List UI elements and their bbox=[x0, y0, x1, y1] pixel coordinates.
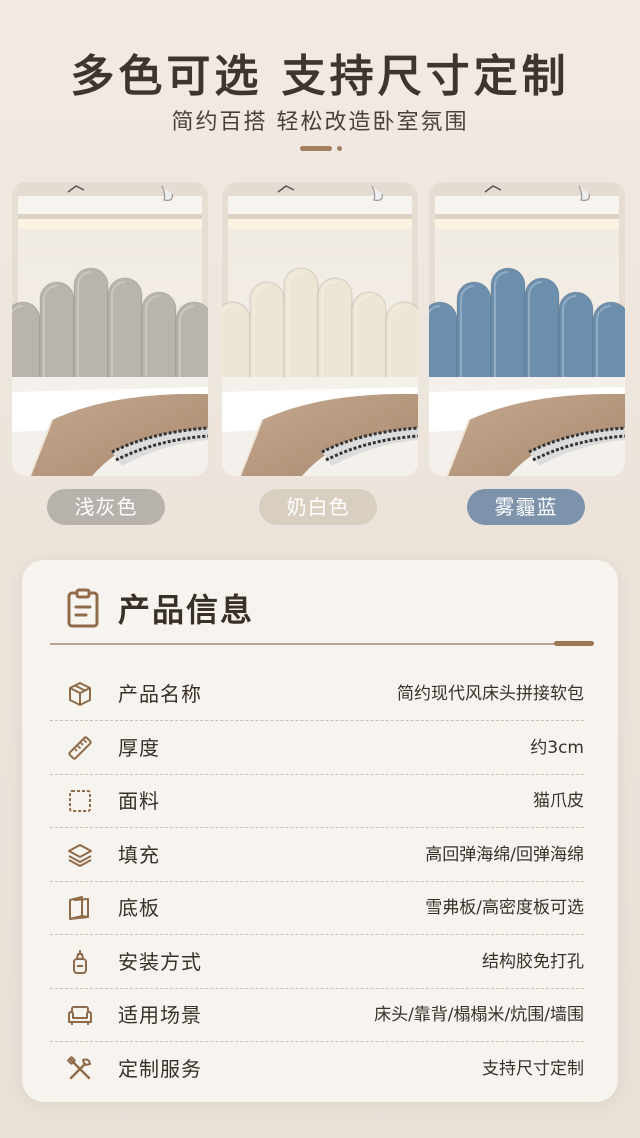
info-row-fabric: 面料 猫爪皮 bbox=[50, 775, 584, 828]
info-row-value: 雪弗板/高密度板可选 bbox=[425, 898, 584, 918]
info-row-value: 猫爪皮 bbox=[533, 791, 584, 811]
info-row-value: 高回弹海绵/回弹海绵 bbox=[425, 844, 584, 865]
hero-title: 多色可选 支持尺寸定制 bbox=[70, 51, 570, 102]
info-row-value: 床头/靠背/榻榻米/炕围/墙围 bbox=[374, 1005, 584, 1025]
product-info-card: 产品信息 产品名称 简约现代风床头拼接软包厚度 约3cm 面料 猫爪皮填充 高回弹海绵/回… bbox=[22, 560, 618, 1102]
info-row-installation: 安装方式 结构胶免打孔 bbox=[50, 936, 584, 989]
clipboard-icon bbox=[66, 588, 100, 628]
info-row-label: 面料 bbox=[118, 789, 160, 813]
info-row-filling: 填充 高回弹海绵/回弹海绵 bbox=[50, 829, 584, 882]
swatch-image-light-gray[interactable] bbox=[12, 182, 208, 476]
tools-icon bbox=[66, 1055, 94, 1083]
sofa-icon bbox=[66, 1001, 94, 1029]
info-row-thickness: 厚度 约3cm bbox=[50, 722, 584, 775]
info-row-label: 安装方式 bbox=[118, 949, 202, 974]
info-row-label: 填充 bbox=[118, 842, 160, 867]
glue-icon bbox=[66, 948, 94, 976]
info-row-value: 支持尺寸定制 bbox=[482, 1058, 584, 1079]
fabric-icon bbox=[66, 787, 94, 815]
info-row-label: 底板 bbox=[118, 896, 160, 920]
info-row-value: 约3cm bbox=[530, 737, 584, 758]
color-option-haze-blue[interactable]: 雾霾蓝 bbox=[467, 489, 585, 525]
box-icon bbox=[66, 680, 94, 708]
info-row-customization: 定制服务 支持尺寸定制 bbox=[50, 1043, 584, 1096]
hero-subtitle: 简约百搭 轻松改造卧室氛围 bbox=[171, 110, 469, 135]
info-title: 产品信息 bbox=[118, 591, 255, 629]
info-row-label: 定制服务 bbox=[118, 1056, 202, 1081]
color-option-cream-white[interactable]: 奶白色 bbox=[259, 489, 377, 525]
info-row-usage-scene: 适用场景 床头/靠背/榻榻米/炕围/墙围 bbox=[50, 989, 584, 1042]
info-row-base-board: 底板 雪弗板/高密度板可选 bbox=[50, 882, 584, 935]
info-divider bbox=[50, 643, 592, 645]
layers-icon bbox=[66, 841, 94, 869]
info-row-value: 简约现代风床头拼接软包 bbox=[397, 684, 584, 704]
info-divider-accent bbox=[554, 641, 594, 646]
info-row-label: 产品名称 bbox=[118, 682, 202, 706]
swatch-image-haze-blue[interactable] bbox=[429, 182, 625, 476]
title-divider bbox=[300, 146, 344, 152]
info-row-label: 厚度 bbox=[118, 735, 160, 760]
board-icon bbox=[66, 894, 94, 922]
info-row-value: 结构胶免打孔 bbox=[482, 951, 584, 972]
swatch-image-cream-white[interactable] bbox=[222, 182, 418, 476]
info-row-product-name: 产品名称 简约现代风床头拼接软包 bbox=[50, 668, 584, 721]
color-option-light-gray[interactable]: 浅灰色 bbox=[47, 489, 165, 525]
ruler-icon bbox=[66, 734, 94, 762]
info-row-label: 适用场景 bbox=[118, 1003, 202, 1027]
color-swatch-gallery bbox=[12, 182, 628, 476]
